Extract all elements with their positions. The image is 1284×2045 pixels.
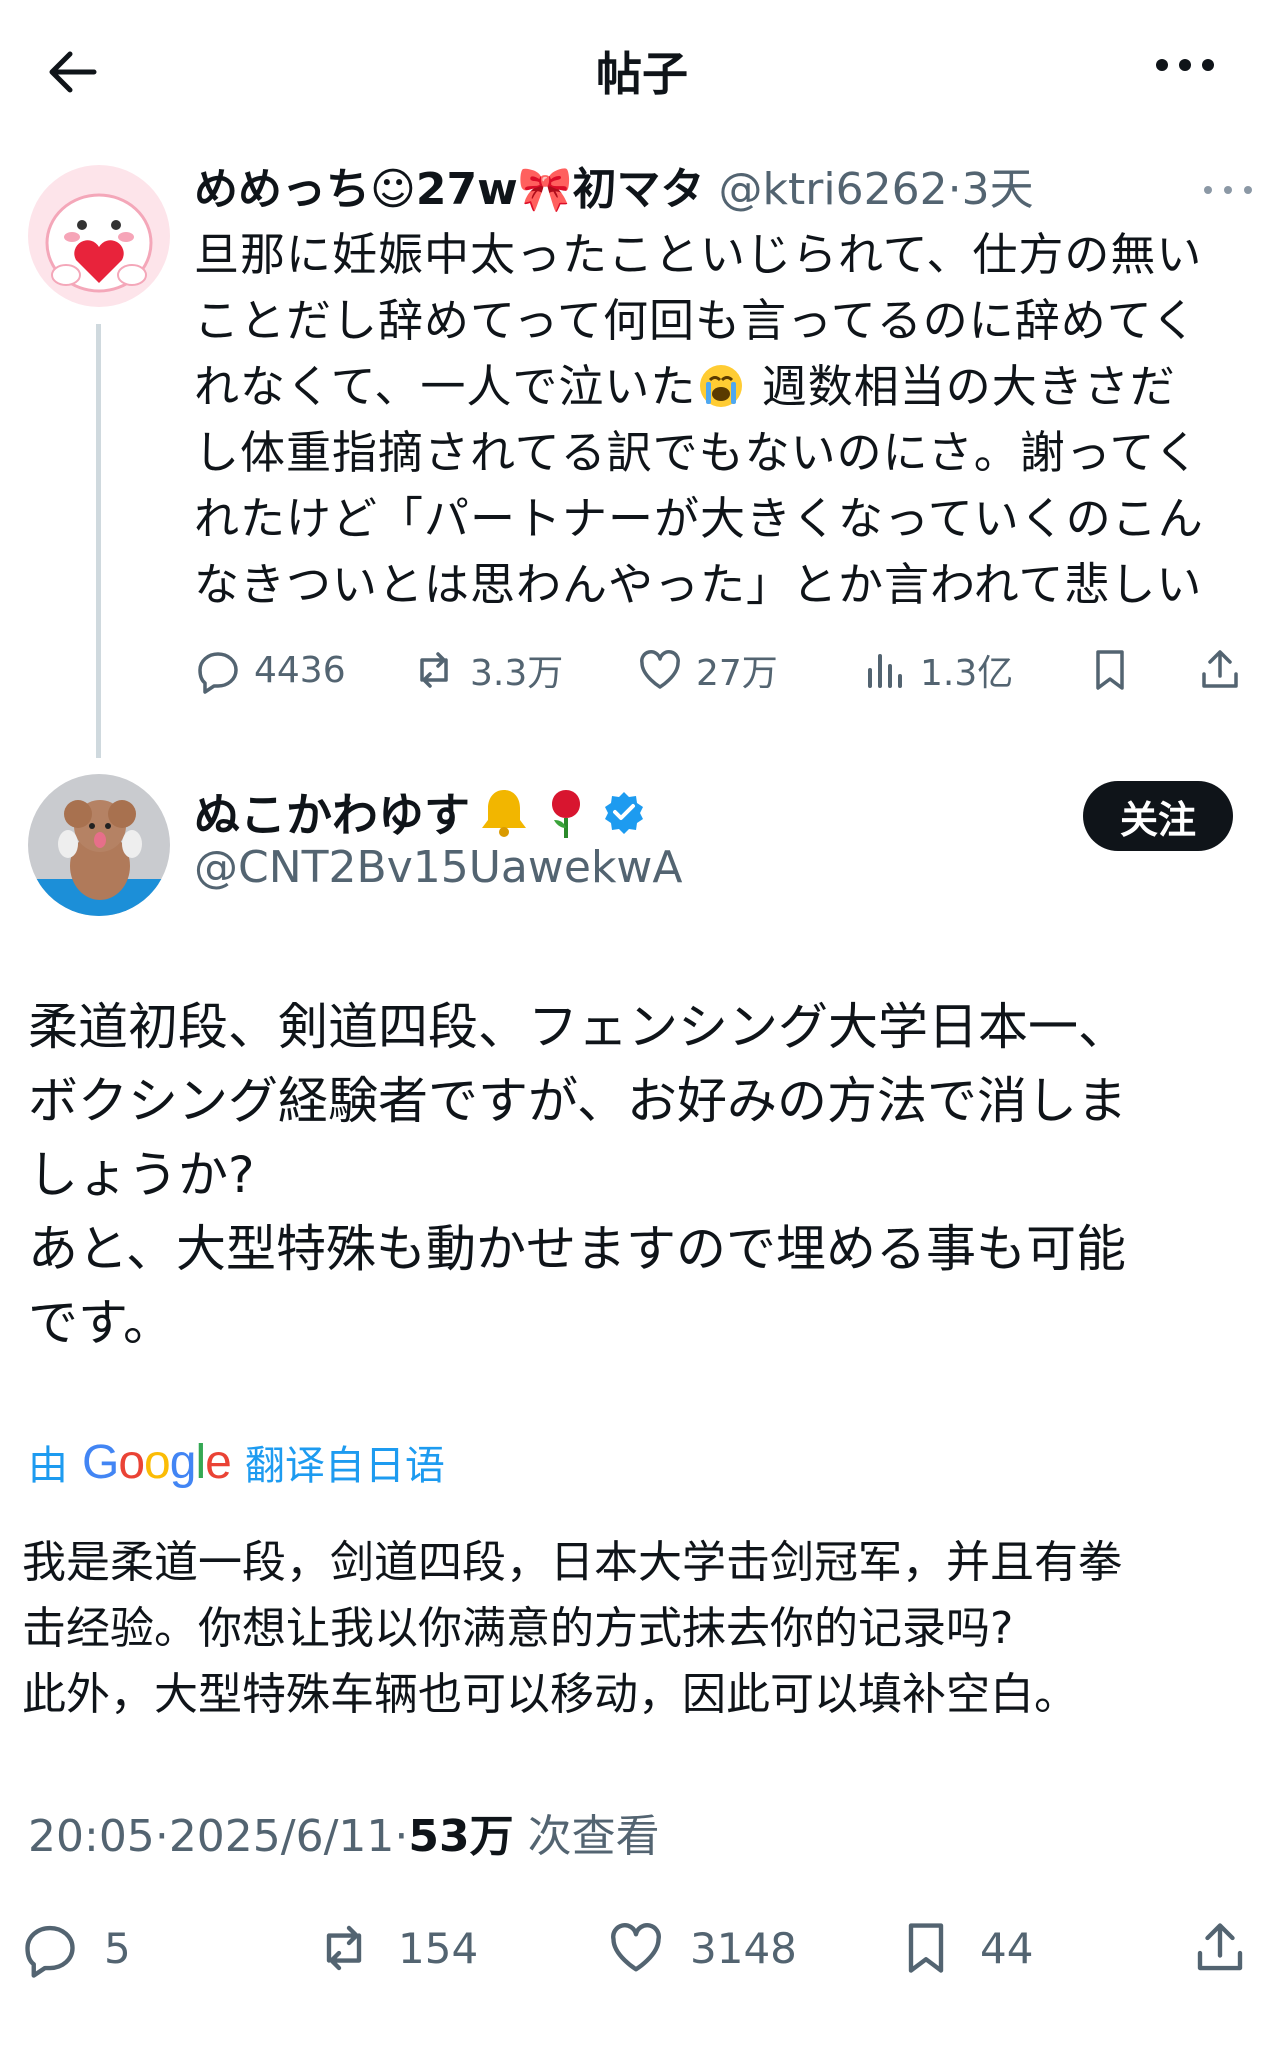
text-line: れたけど「パートナーが大きくなっていくのこん (194, 492, 1204, 545)
avatar-image (28, 165, 170, 307)
follow-button[interactable]: 关注 (1083, 781, 1233, 851)
text-line: 击经验。你想让我以你满意的方式抹去你的记录吗? (22, 1603, 1014, 1654)
parent-post-time[interactable]: 3天 (962, 164, 1034, 215)
reply-count: 4436 (254, 649, 346, 691)
separator-dot: · (154, 1811, 169, 1862)
parent-reply-button[interactable]: 4436 (194, 640, 346, 700)
bookmark-button[interactable]: 44 (896, 1908, 1033, 1988)
avatar-image (28, 774, 170, 916)
like-button[interactable]: 3148 (606, 1908, 797, 1988)
separator-dot: · (947, 164, 962, 215)
thread-connector (96, 324, 101, 758)
repost-icon (420, 652, 448, 688)
reply-button[interactable]: 5 (20, 1908, 131, 1988)
heart-icon (611, 1923, 661, 1972)
views-count: 1.3亿 (920, 653, 1014, 694)
author-name: ぬこかわゆす (194, 788, 470, 842)
google-logo: Google (82, 1435, 232, 1489)
like-count: 3148 (690, 1923, 797, 1973)
bookmark-icon (1096, 650, 1124, 690)
reply-icon (25, 1925, 75, 1978)
repost-count: 154 (398, 1923, 479, 1973)
parent-more-button[interactable] (1200, 180, 1256, 200)
text-segment: 週数相当の大きさだ (761, 360, 1176, 413)
text-line: ことだし辞めてって何回も言ってるのに辞めてく (194, 294, 1198, 347)
repost-button[interactable]: 154 (314, 1908, 478, 1988)
bell-icon (476, 784, 532, 840)
page-title: 帖子 (596, 47, 688, 101)
parent-bookmark-button[interactable] (1086, 640, 1146, 700)
text-line: なきついとは思わんやった」とか言われて悲しい (194, 558, 1203, 611)
parent-author-name[interactable]: めめっち☺27w🎀初マタ (194, 164, 705, 215)
translation-attribution[interactable]: 由 Google 翻译自日语 (28, 1432, 445, 1492)
text-segment: れなくて、一人で泣いた (194, 360, 697, 413)
text-line: 此外，大型特殊车辆也可以移动，因此可以填补空白。 (22, 1669, 1078, 1720)
text-line: です。 (28, 1294, 173, 1352)
post-text: 柔道初段、剣道四段、フェンシング大学日本一、 ボクシング経験者ですが、お好みの方… (28, 990, 1268, 1360)
bookmark-count: 44 (980, 1923, 1034, 1973)
reply-count: 5 (104, 1923, 131, 1973)
translation-source-label: 翻译自日语 (244, 1443, 445, 1489)
more-horizontal-icon (1204, 186, 1252, 194)
parent-repost-button[interactable]: 3.3万 (410, 640, 563, 700)
text-line: れなくて、一人で泣いた 週数相当の大きさだ (194, 354, 1264, 420)
parent-post-header: めめっち☺27w🎀初マタ @ktri6262·3天 (194, 160, 1204, 220)
post-time[interactable]: 20:05 (28, 1811, 155, 1862)
like-count: 27万 (696, 653, 778, 694)
reply-icon (198, 652, 238, 694)
rose-icon (538, 784, 594, 840)
text-line: し体重指摘されてる訳でもないのにさ。謝ってく (194, 426, 1201, 479)
parent-author-handle[interactable]: @ktri6262 (719, 164, 948, 215)
parent-views-button[interactable]: 1.3亿 (860, 640, 1013, 700)
parent-share-button[interactable] (1196, 640, 1256, 700)
share-icon (1202, 650, 1238, 688)
verified-badge-icon (602, 790, 646, 834)
views-label: 次查看 (527, 1811, 660, 1862)
text-line: あと、大型特殊も動かせますので埋める事も可能 (28, 1220, 1126, 1278)
share-button[interactable] (1190, 1908, 1274, 1988)
author-avatar[interactable] (28, 774, 170, 916)
parent-post-text: 旦那に妊娠中太ったこといじられて、仕方の無い ことだし辞めてって何回も言ってるの… (194, 222, 1264, 618)
parent-avatar[interactable] (28, 165, 170, 307)
bar-chart-icon (868, 654, 902, 688)
post-date[interactable]: 2025/6/11 (169, 1811, 395, 1862)
share-icon (1197, 1923, 1243, 1971)
heart-icon (640, 650, 680, 689)
bookmark-icon (908, 1923, 944, 1973)
repost-count: 3.3万 (470, 653, 564, 694)
repost-icon (326, 1925, 362, 1971)
text-line: 柔道初段、剣道四段、フェンシング大学日本一、 (28, 998, 1128, 1056)
more-horizontal-icon (1156, 59, 1214, 71)
post-meta: 20:05·2025/6/11·53万 次查看 (28, 1800, 660, 1864)
more-options-button[interactable] (1150, 45, 1220, 85)
text-line: 旦那に妊娠中太ったこといじられて、仕方の無い (194, 228, 1203, 281)
translation-prefix: 由 (28, 1443, 68, 1489)
author-name-row[interactable]: ぬこかわゆす (194, 780, 646, 844)
parent-like-button[interactable]: 27万 (636, 640, 778, 700)
separator-dot: · (394, 1811, 409, 1862)
text-line: 我是柔道一段，剑道四段，日本大学击剑冠军，并且有拳 (22, 1537, 1122, 1588)
text-line: しょうか? (28, 1146, 255, 1204)
translated-text: 我是柔道一段，剑道四段，日本大学击剑冠军，并且有拳 击经验。你想让我以你满意的方… (22, 1530, 1262, 1728)
loudly-crying-face-icon (696, 360, 746, 410)
author-handle[interactable]: @CNT2Bv15UawekwA (194, 842, 683, 893)
text-line: ボクシング経験者ですが、お好みの方法で消しま (28, 1072, 1127, 1130)
views-count: 53万 (408, 1811, 514, 1862)
